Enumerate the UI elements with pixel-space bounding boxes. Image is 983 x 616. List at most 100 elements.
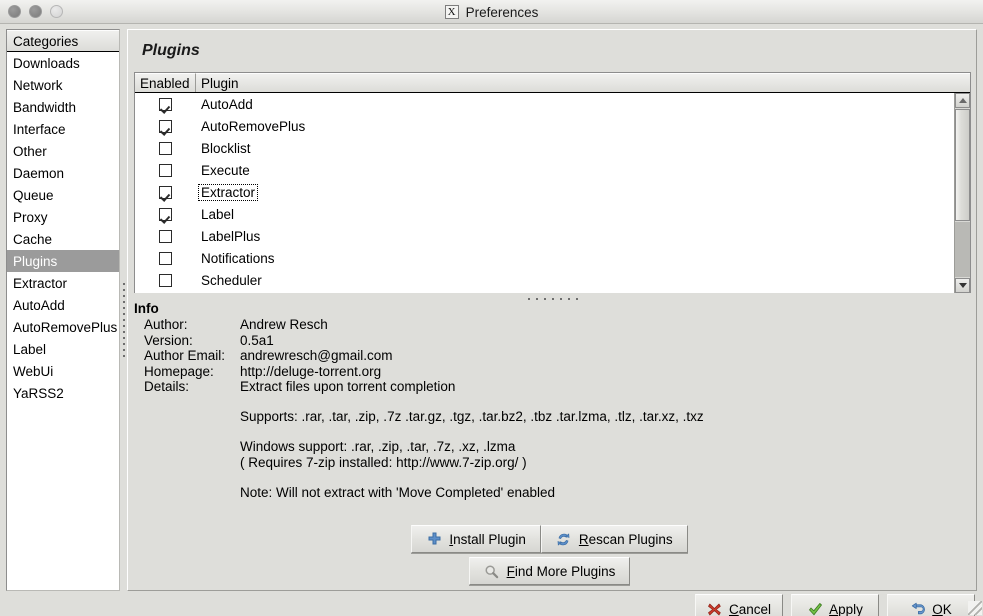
cancel-label: Cancel xyxy=(728,601,772,616)
plugin-name-label: AutoRemovePlus xyxy=(201,118,306,134)
info-field-row: Details: Extract files upon torrent compl… xyxy=(144,379,455,395)
plugin-list-header: Enabled Plugin xyxy=(135,73,970,93)
sidebar-item-cache[interactable]: Cache xyxy=(7,228,119,250)
enabled-cell xyxy=(135,141,196,155)
plugin-enabled-checkbox[interactable] xyxy=(159,229,172,243)
enabled-cell xyxy=(135,207,196,221)
column-header-enabled[interactable]: Enabled xyxy=(135,73,196,92)
plugin-enabled-checkbox[interactable] xyxy=(159,97,172,111)
plugin-enabled-checkbox[interactable] xyxy=(159,251,172,265)
chevron-down-icon xyxy=(958,283,967,288)
dialog-body: Categories Downloads Network Bandwidth Inte… xyxy=(0,24,983,616)
info-title: Info xyxy=(134,301,159,316)
window-title: Preferences xyxy=(465,4,539,20)
sidebar-item-other[interactable]: Other xyxy=(7,140,119,162)
sidebar-item-label: Daemon xyxy=(13,165,65,181)
categories-sidebar: Categories Downloads Network Bandwidth Inte… xyxy=(6,29,120,591)
sidebar-item-label: AutoAdd xyxy=(13,297,65,313)
x-logo-icon: X xyxy=(444,5,459,19)
sidebar-item-label: Extractor xyxy=(13,275,68,291)
plugin-name-label: Extractor xyxy=(197,183,259,201)
sidebar-item-label: Interface xyxy=(13,121,66,137)
scrollbar-thumb[interactable] xyxy=(955,109,970,221)
table-row[interactable]: AutoRemovePlus xyxy=(135,115,970,137)
table-row[interactable]: Execute xyxy=(135,159,970,181)
scrollbar-track[interactable] xyxy=(955,222,970,277)
sidebar-item-yarss2[interactable]: YaRSS2 xyxy=(7,382,119,404)
sidebar-item-bandwidth[interactable]: Bandwidth xyxy=(7,96,119,118)
sidebar-item-label: Downloads xyxy=(13,55,80,71)
table-row[interactable]: Label xyxy=(135,203,970,225)
table-row[interactable]: Notifications xyxy=(135,247,970,269)
enabled-cell xyxy=(135,273,196,287)
table-row[interactable]: Blocklist xyxy=(135,137,970,159)
back-arrow-icon xyxy=(910,601,926,616)
preferences-window: X Preferences Categories Downloads Networ… xyxy=(0,0,983,616)
info-fields: Author: Andrew Resch Version: 0.5a1 Author E… xyxy=(144,317,455,395)
info-field-row: Author: Andrew Resch xyxy=(144,317,455,333)
plugin-name-label: Label xyxy=(201,206,235,222)
plugin-button-row-primary: Install Plugin Rescan Plugins xyxy=(128,525,971,553)
info-field-value: http://deluge-torrent.org xyxy=(240,363,382,379)
plugin-enabled-checkbox[interactable] xyxy=(159,163,172,177)
find-more-plugins-button[interactable]: Find More Plugins xyxy=(468,557,631,585)
plugin-name-label: Scheduler xyxy=(201,272,262,288)
table-row[interactable]: AutoAdd xyxy=(135,93,970,115)
categories-list[interactable]: Downloads Network Bandwidth Interface Other D… xyxy=(7,52,119,404)
sidebar-item-label: YaRSS2 xyxy=(13,385,64,401)
sidebar-item-plugins[interactable]: Plugins xyxy=(7,250,119,272)
info-field-key: Version: xyxy=(144,332,193,348)
page-title: Plugins xyxy=(142,42,200,59)
check-icon xyxy=(807,601,823,616)
info-field-value: andrewresch@gmail.com xyxy=(240,348,393,363)
plugin-name-label: Blocklist xyxy=(201,140,251,156)
plugin-name-label: Notifications xyxy=(201,250,275,266)
info-field-key: Homepage: xyxy=(144,363,214,379)
sidebar-item-webui[interactable]: WebUi xyxy=(7,360,119,382)
sidebar-item-interface[interactable]: Interface xyxy=(7,118,119,140)
plugin-enabled-checkbox[interactable] xyxy=(159,141,172,155)
cancel-x-icon xyxy=(707,601,723,616)
sidebar-item-downloads[interactable]: Downloads xyxy=(7,52,119,74)
sidebar-item-extractor[interactable]: Extractor xyxy=(7,272,119,294)
plugin-name-label: Execute xyxy=(201,162,250,178)
sidebar-item-label: Proxy xyxy=(13,209,48,225)
refresh-icon xyxy=(556,531,572,547)
enabled-cell xyxy=(135,163,196,177)
sidebar-item-queue[interactable]: Queue xyxy=(7,184,119,206)
table-row[interactable]: Extractor xyxy=(135,181,970,203)
sidebar-item-network[interactable]: Network xyxy=(7,74,119,96)
scroll-up-button[interactable] xyxy=(955,93,970,108)
sidebar-item-autoremoveplus[interactable]: AutoRemovePlus xyxy=(7,316,119,338)
sidebar-splitter-handle[interactable] xyxy=(121,279,126,357)
plugin-name-label: LabelPlus xyxy=(201,228,261,244)
sidebar-item-daemon[interactable]: Daemon xyxy=(7,162,119,184)
sidebar-item-label[interactable]: Label xyxy=(7,338,119,360)
info-field-row: Version: 0.5a1 xyxy=(144,333,455,349)
plugin-list-scrollbar[interactable] xyxy=(954,93,970,293)
plugin-enabled-checkbox[interactable] xyxy=(159,119,172,133)
plugin-enabled-checkbox[interactable] xyxy=(159,273,172,287)
install-plugin-button[interactable]: Install Plugin xyxy=(411,525,541,553)
scroll-down-button[interactable] xyxy=(955,278,970,293)
sidebar-item-label: WebUi xyxy=(13,363,54,379)
table-row[interactable]: Scheduler xyxy=(135,269,970,291)
resize-grip[interactable] xyxy=(968,601,982,615)
rescan-plugins-button[interactable]: Rescan Plugins xyxy=(540,525,688,553)
ok-label: OK xyxy=(932,601,952,616)
ok-button[interactable]: OK xyxy=(887,594,975,616)
plugin-enabled-checkbox[interactable] xyxy=(159,207,172,221)
categories-header: Categories xyxy=(7,30,119,52)
sidebar-item-proxy[interactable]: Proxy xyxy=(7,206,119,228)
info-field-value: Andrew Resch xyxy=(240,317,328,332)
sidebar-item-label: Network xyxy=(13,77,63,93)
sidebar-item-label: Label xyxy=(13,341,47,357)
cancel-button[interactable]: Cancel xyxy=(695,594,783,616)
plugin-info-section: Info Author: Andrew Resch Version: 0.5a1 Aut… xyxy=(134,301,971,515)
sidebar-item-autoadd[interactable]: AutoAdd xyxy=(7,294,119,316)
enabled-cell xyxy=(135,119,196,133)
column-header-plugin[interactable]: Plugin xyxy=(196,73,970,92)
table-row[interactable]: LabelPlus xyxy=(135,225,970,247)
plugin-enabled-checkbox[interactable] xyxy=(159,185,172,199)
apply-button[interactable]: Apply xyxy=(791,594,879,616)
